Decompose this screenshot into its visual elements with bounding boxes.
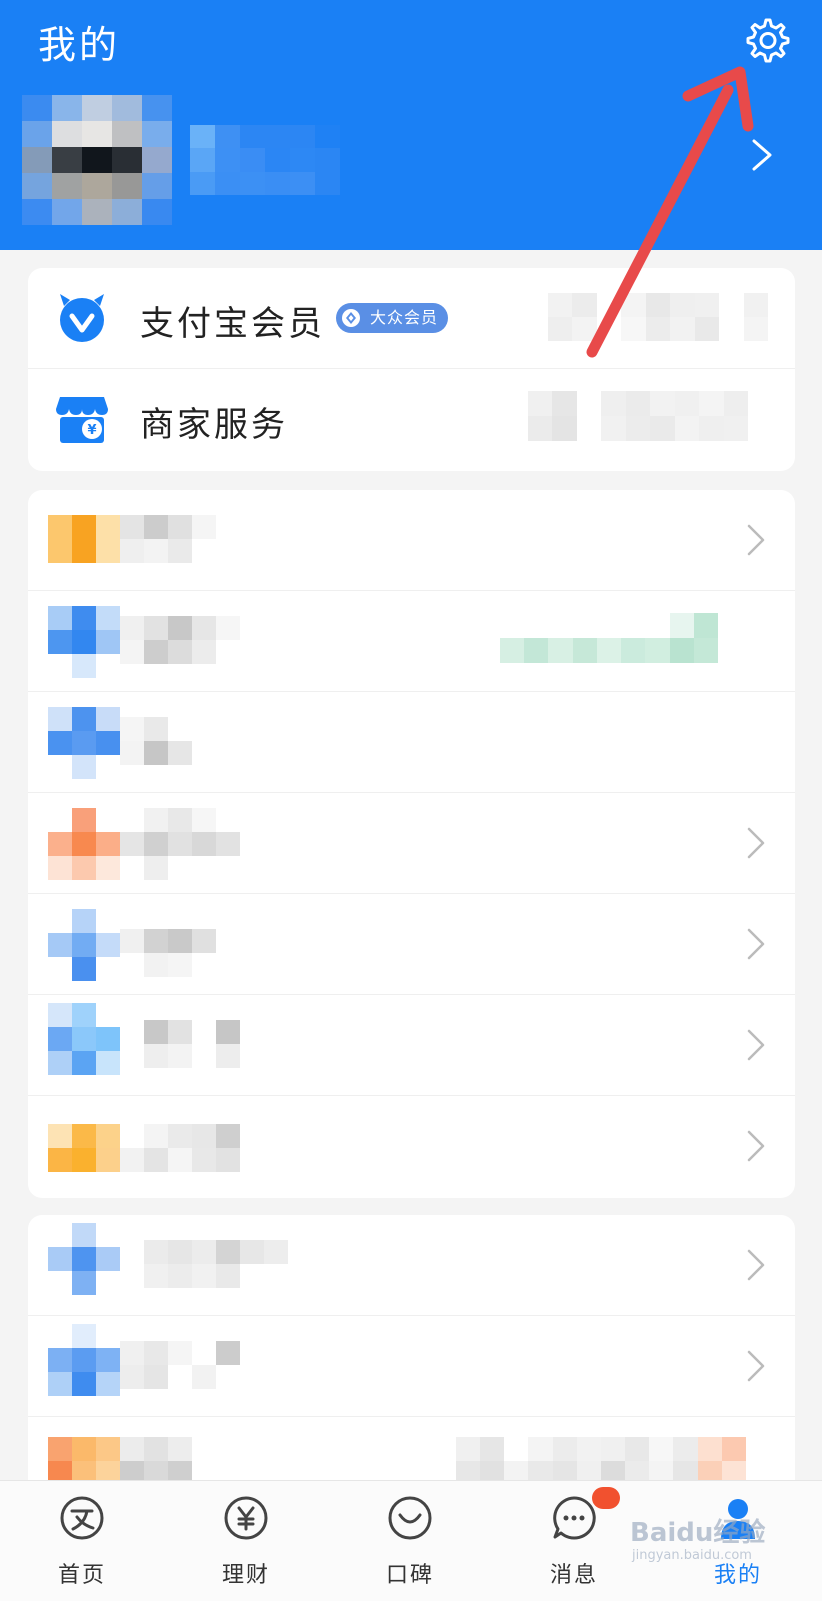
services-card: 支付宝会员 大众会员 ¥ 商家服务 <box>28 268 795 471</box>
chevron-right-icon <box>747 928 765 960</box>
list-item[interactable] <box>28 995 795 1096</box>
blurred-icon <box>48 808 120 880</box>
watermark-url: jingyan.baidu.com <box>632 1548 752 1563</box>
blurred-icon <box>48 909 120 981</box>
blurred-icon <box>48 1003 120 1075</box>
list-item[interactable] <box>28 1316 795 1417</box>
list-item[interactable] <box>28 692 795 793</box>
blurred-tag <box>500 613 718 663</box>
chevron-right-icon <box>747 827 765 859</box>
home-icon <box>60 1496 104 1540</box>
profile-header: 我的 <box>0 0 822 250</box>
gear-icon[interactable] <box>740 14 792 66</box>
tab-label: 口碑 <box>385 1563 434 1588</box>
username-blurred <box>190 125 340 195</box>
tab-home[interactable]: 首页 <box>0 1481 164 1601</box>
blurred-content <box>548 293 768 341</box>
chevron-right-icon <box>747 1130 765 1162</box>
blurred-text <box>120 929 216 977</box>
tab-label: 首页 <box>57 1563 106 1588</box>
chevron-right-icon <box>747 1249 765 1281</box>
blurred-icon <box>48 1324 120 1396</box>
blurred-icon <box>48 515 120 563</box>
blurred-icon <box>48 707 120 779</box>
list-item[interactable] <box>28 793 795 894</box>
blurred-icon <box>48 606 120 678</box>
unread-badge <box>592 1487 620 1509</box>
chevron-right-icon <box>747 524 765 556</box>
blurred-icon <box>48 1223 120 1295</box>
tab-label: 理财 <box>221 1563 270 1588</box>
page-title: 我的 <box>38 23 121 67</box>
blurred-text <box>120 717 216 765</box>
service-label: 商家服务 <box>140 405 288 445</box>
blurred-text <box>120 1124 240 1172</box>
alipay-member-icon <box>60 294 104 342</box>
list-item[interactable] <box>28 591 795 692</box>
wealth-icon <box>224 1496 268 1540</box>
service-row-merchant[interactable]: ¥ 商家服务 <box>28 369 795 469</box>
blurred-icon <box>48 1124 120 1172</box>
tab-koubei[interactable]: 口碑 <box>328 1481 492 1601</box>
watermark: Baidu经验 <box>630 1518 766 1548</box>
blurred-text <box>120 1240 288 1288</box>
diamond-icon <box>342 309 360 327</box>
tab-wealth[interactable]: 理财 <box>164 1481 328 1601</box>
blurred-text <box>120 808 240 880</box>
badge-text: 大众会员 <box>370 308 439 327</box>
merchant-store-icon: ¥ <box>56 397 108 443</box>
chevron-right-icon <box>747 1029 765 1061</box>
chevron-right-icon[interactable] <box>748 138 778 172</box>
member-level-badge[interactable]: 大众会员 <box>336 303 449 333</box>
avatar[interactable] <box>22 95 172 225</box>
list-item[interactable] <box>28 490 795 591</box>
blurred-text <box>120 1020 240 1068</box>
svg-text:¥: ¥ <box>87 423 96 438</box>
blurred-text <box>120 1341 240 1389</box>
list-item[interactable] <box>28 894 795 995</box>
menu-list-group-1 <box>28 490 795 1198</box>
list-item[interactable] <box>28 1215 795 1316</box>
blurred-text <box>120 616 240 664</box>
koubei-icon <box>388 1496 432 1540</box>
blurred-text <box>120 515 216 563</box>
service-label: 支付宝会员 <box>140 304 325 344</box>
service-row-member[interactable]: 支付宝会员 大众会员 <box>28 268 795 369</box>
list-item[interactable] <box>28 1096 795 1196</box>
chevron-right-icon <box>747 1350 765 1382</box>
blurred-content <box>528 391 748 441</box>
menu-list-group-2 <box>28 1215 795 1515</box>
